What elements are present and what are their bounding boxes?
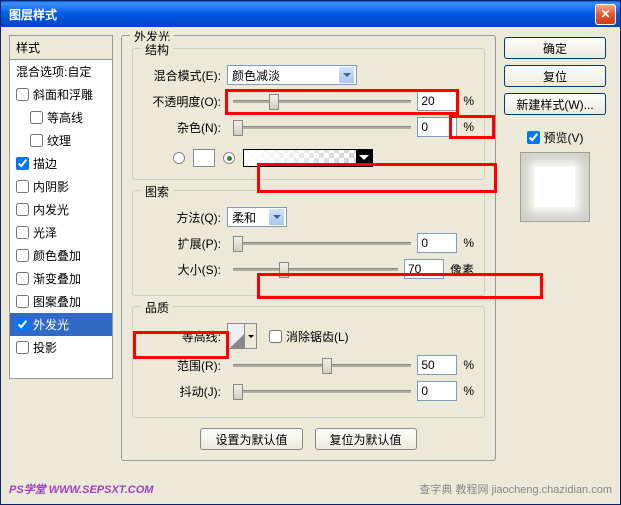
style-label: 内阴影: [33, 178, 69, 195]
chevron-down-icon: [339, 67, 354, 83]
blend-mode-combo[interactable]: 颜色减淡: [227, 65, 357, 85]
style-checkbox[interactable]: [16, 295, 29, 308]
color-swatch[interactable]: [193, 149, 215, 167]
new-style-button[interactable]: 新建样式(W)...: [504, 93, 606, 115]
style-label: 描边: [33, 155, 57, 172]
titlebar[interactable]: 图层样式 ✕: [1, 1, 620, 27]
style-checkbox[interactable]: [30, 134, 43, 147]
outer-glow-fieldset: 外发光 结构 混合模式(E): 颜色减淡 不透明度(O):: [121, 35, 496, 461]
opacity-label: 不透明度(O):: [143, 93, 227, 110]
style-checkbox[interactable]: [30, 111, 43, 124]
color-radio[interactable]: [173, 152, 185, 164]
style-label: 外发光: [33, 316, 69, 333]
style-checkbox[interactable]: [16, 272, 29, 285]
watermark-left: PS学堂 WWW.SEPSXT.COM: [9, 481, 153, 497]
window-title: 图层样式: [5, 6, 595, 23]
range-slider[interactable]: [233, 355, 411, 375]
style-item[interactable]: 等高线: [10, 106, 112, 129]
style-label: 投影: [33, 339, 57, 356]
chevron-down-icon: [356, 150, 372, 166]
close-button[interactable]: ✕: [595, 4, 616, 25]
style-checkbox[interactable]: [16, 226, 29, 239]
technique-label: 方法(Q):: [143, 209, 227, 226]
jitter-slider[interactable]: [233, 381, 411, 401]
styles-header: 样式: [9, 35, 113, 59]
dialog-content: 样式 混合选项:自定 斜面和浮雕等高线纹理描边内阴影内发光光泽颜色叠加渐变叠加图…: [1, 27, 620, 472]
style-checkbox[interactable]: [16, 249, 29, 262]
size-input[interactable]: [404, 259, 444, 279]
cancel-button[interactable]: 复位: [504, 65, 606, 87]
jitter-label: 抖动(J):: [143, 383, 227, 400]
opacity-input[interactable]: [417, 91, 457, 111]
antialias-checkbox[interactable]: [269, 330, 282, 343]
style-item[interactable]: 纹理: [10, 129, 112, 152]
noise-slider[interactable]: [233, 117, 411, 137]
blend-options-item[interactable]: 混合选项:自定: [10, 60, 112, 83]
style-checkbox[interactable]: [16, 318, 29, 331]
preview-checkbox[interactable]: [527, 131, 540, 144]
preview-thumbnail: [520, 152, 590, 222]
range-label: 范围(R):: [143, 357, 227, 374]
style-checkbox[interactable]: [16, 203, 29, 216]
style-item[interactable]: 光泽: [10, 221, 112, 244]
contour-label: 等高线:: [143, 328, 227, 345]
style-item[interactable]: 描边: [10, 152, 112, 175]
style-label: 等高线: [47, 109, 83, 126]
structure-group: 结构 混合模式(E): 颜色减淡 不透明度(O): %: [132, 48, 485, 180]
gradient-radio[interactable]: [223, 152, 235, 164]
layer-style-dialog: 图层样式 ✕ 样式 混合选项:自定 斜面和浮雕等高线纹理描边内阴影内发光光泽颜色…: [0, 0, 621, 505]
style-item[interactable]: 投影: [10, 336, 112, 359]
style-label: 内发光: [33, 201, 69, 218]
spread-slider[interactable]: [233, 233, 411, 253]
watermark-right: 查字典 教程网 jiaocheng.chazidian.com: [419, 481, 612, 497]
style-checkbox[interactable]: [16, 157, 29, 170]
size-slider[interactable]: [233, 259, 398, 279]
quality-group: 品质 等高线: 消除锯齿(L) 范围(R): % 抖动(J):: [132, 306, 485, 418]
style-label: 渐变叠加: [33, 270, 81, 287]
styles-list: 混合选项:自定 斜面和浮雕等高线纹理描边内阴影内发光光泽颜色叠加渐变叠加图案叠加…: [9, 59, 113, 379]
style-item[interactable]: 斜面和浮雕: [10, 83, 112, 106]
range-input[interactable]: [417, 355, 457, 375]
blend-mode-label: 混合模式(E):: [143, 67, 227, 84]
style-label: 斜面和浮雕: [33, 86, 93, 103]
style-item[interactable]: 外发光: [10, 313, 112, 336]
style-label: 颜色叠加: [33, 247, 81, 264]
style-label: 图案叠加: [33, 293, 81, 310]
style-checkbox[interactable]: [16, 180, 29, 193]
footer: PS学堂 WWW.SEPSXT.COM 查字典 教程网 jiaocheng.ch…: [1, 474, 620, 504]
style-item[interactable]: 颜色叠加: [10, 244, 112, 267]
spread-label: 扩展(P):: [143, 235, 227, 252]
make-default-button[interactable]: 设置为默认值: [200, 428, 302, 450]
chevron-down-icon: [269, 209, 284, 225]
technique-combo[interactable]: 柔和: [227, 207, 287, 227]
style-label: 光泽: [33, 224, 57, 241]
elements-group: 图索 方法(Q): 柔和 扩展(P): %: [132, 190, 485, 296]
ok-button[interactable]: 确定: [504, 37, 606, 59]
noise-input[interactable]: [417, 117, 457, 137]
style-item[interactable]: 渐变叠加: [10, 267, 112, 290]
opacity-slider[interactable]: [233, 91, 411, 111]
style-item[interactable]: 内发光: [10, 198, 112, 221]
style-item[interactable]: 内阴影: [10, 175, 112, 198]
style-checkbox[interactable]: [16, 88, 29, 101]
spread-input[interactable]: [417, 233, 457, 253]
chevron-down-icon: [244, 324, 256, 348]
styles-panel: 样式 混合选项:自定 斜面和浮雕等高线纹理描边内阴影内发光光泽颜色叠加渐变叠加图…: [9, 35, 113, 464]
style-item[interactable]: 图案叠加: [10, 290, 112, 313]
action-panel: 确定 复位 新建样式(W)... 预览(V): [504, 35, 612, 464]
style-label: 纹理: [47, 132, 71, 149]
jitter-input[interactable]: [417, 381, 457, 401]
settings-panel: 外发光 结构 混合模式(E): 颜色减淡 不透明度(O):: [113, 35, 504, 464]
style-checkbox[interactable]: [16, 341, 29, 354]
gradient-picker[interactable]: [243, 149, 373, 167]
noise-label: 杂色(N):: [143, 119, 227, 136]
size-label: 大小(S):: [143, 261, 227, 278]
reset-default-button[interactable]: 复位为默认值: [315, 428, 417, 450]
contour-picker[interactable]: [227, 323, 257, 349]
